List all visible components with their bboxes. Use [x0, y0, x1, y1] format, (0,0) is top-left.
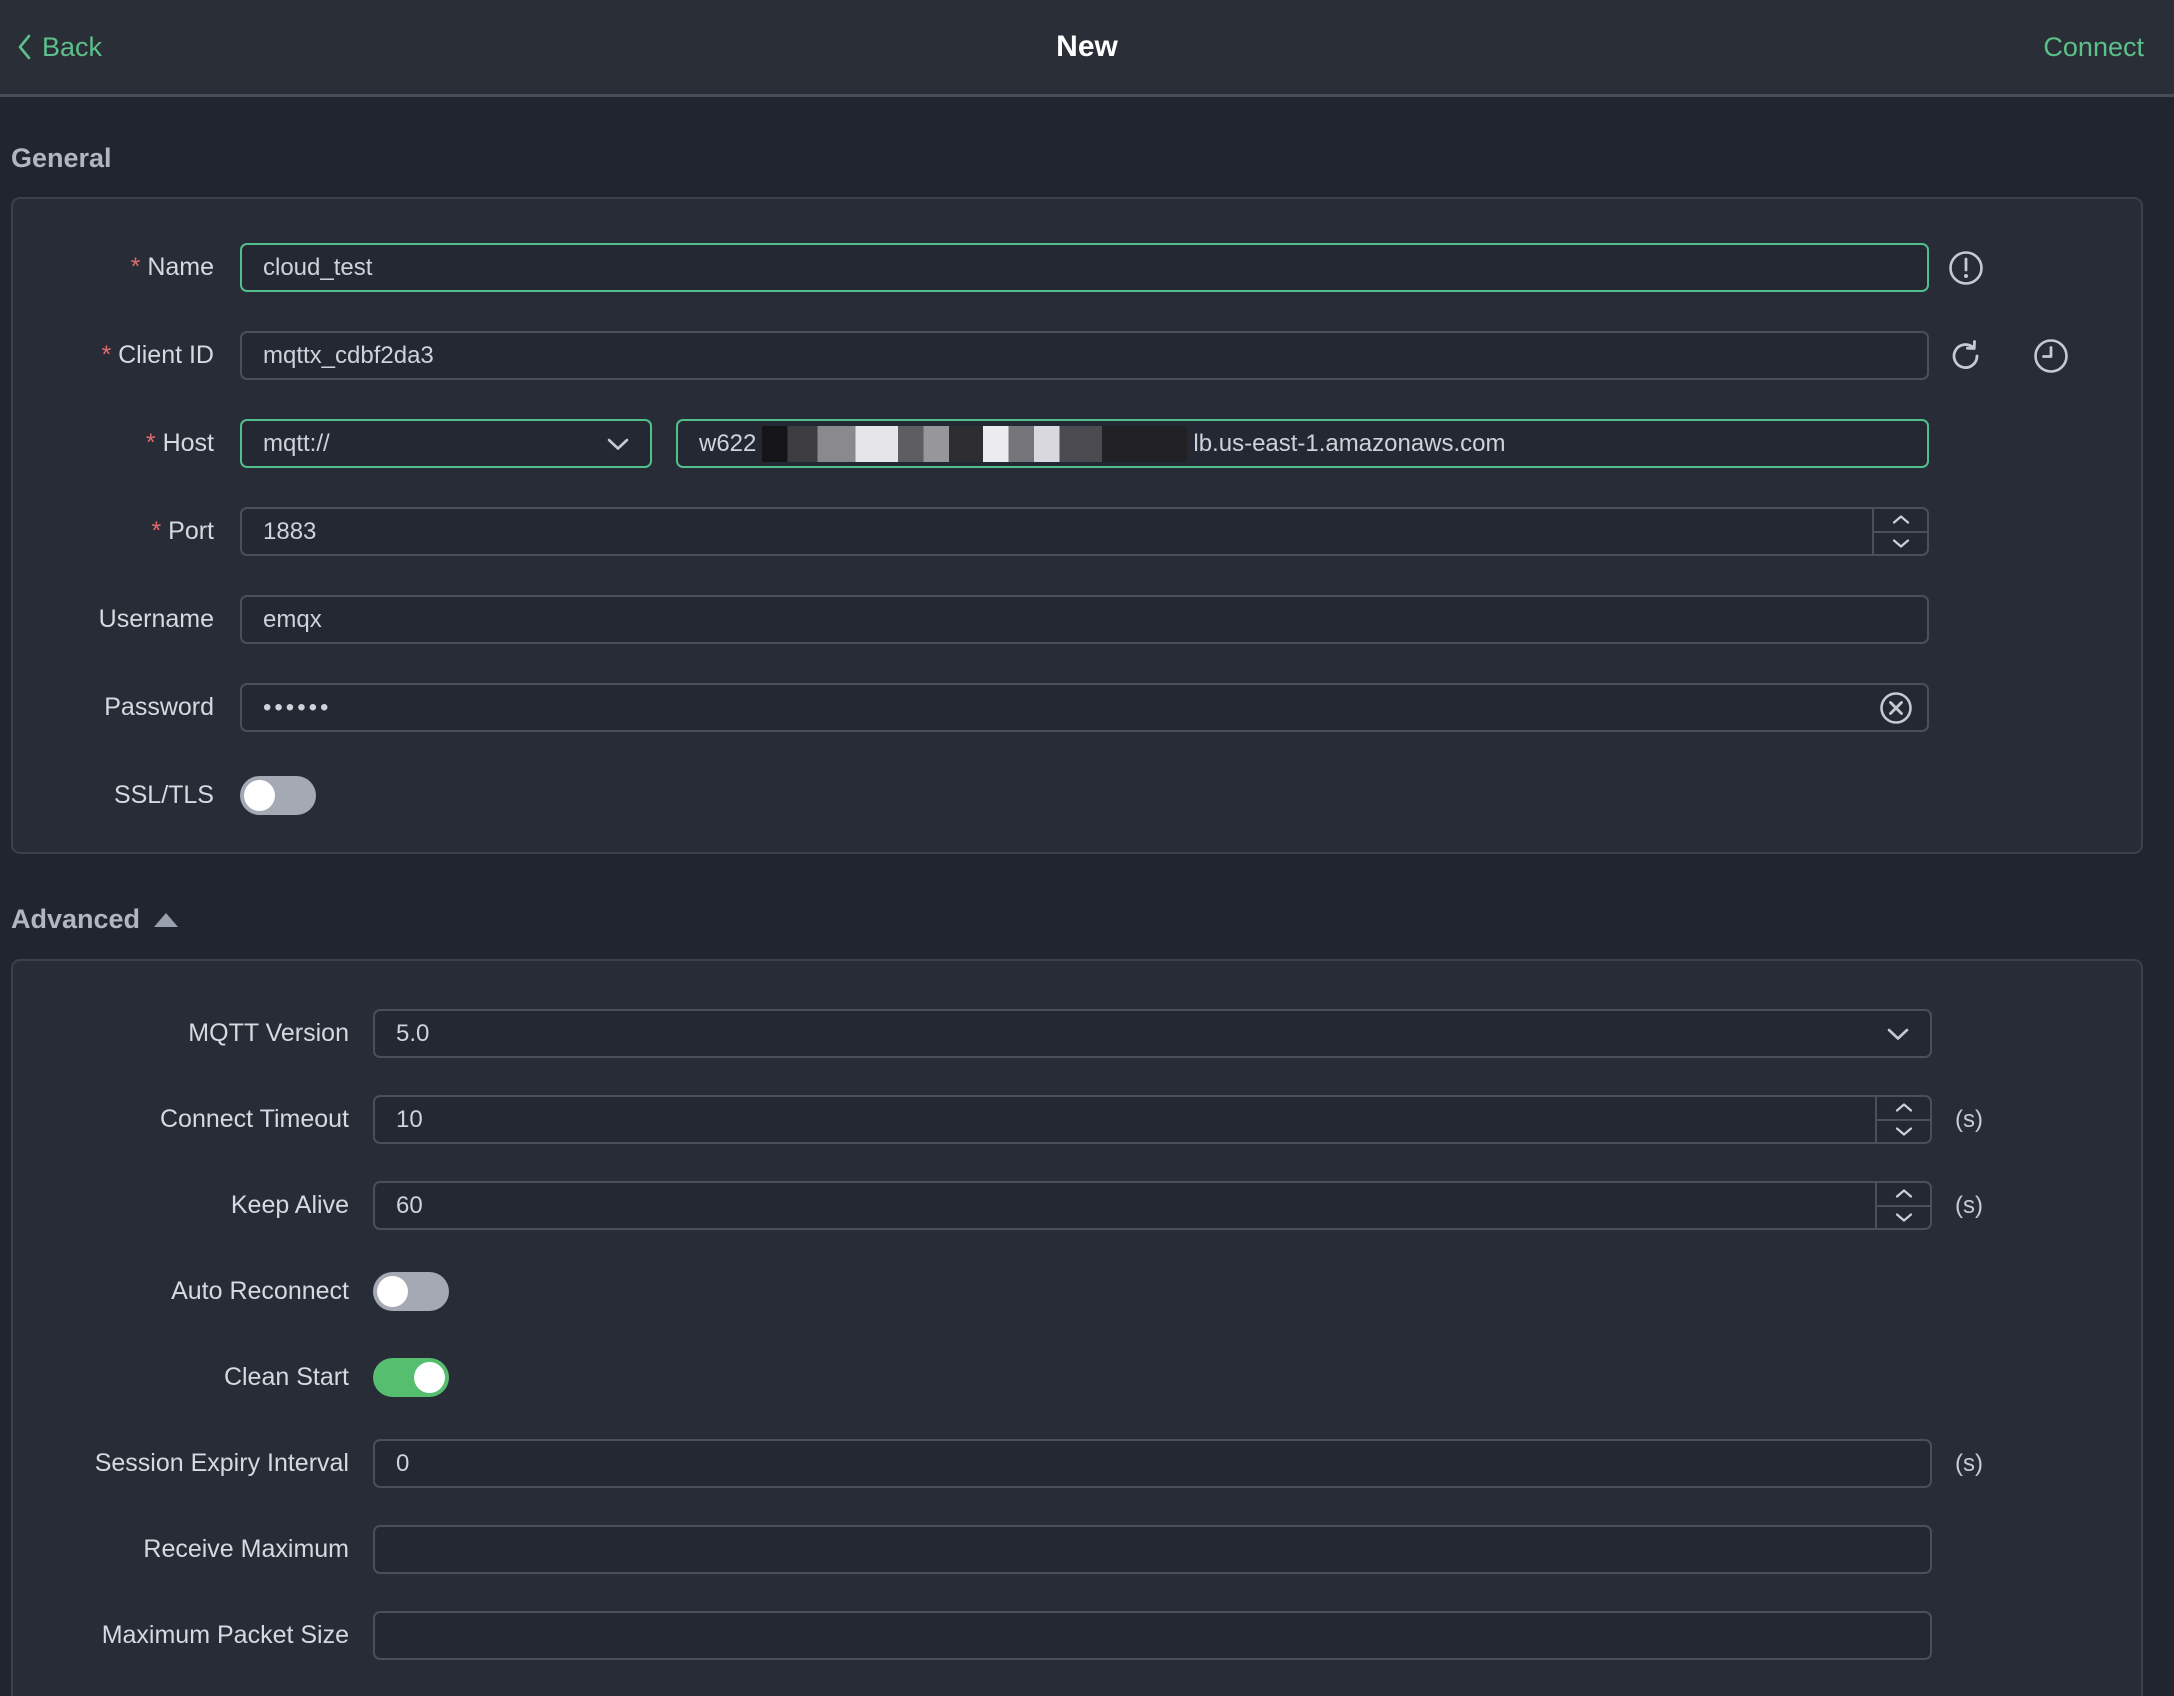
mqtt-version-label: MQTT Version	[188, 1019, 349, 1047]
host-redacted-block	[762, 425, 1188, 462]
receive-maximum-input-box	[373, 1525, 1932, 1574]
port-row: Port	[13, 507, 2141, 556]
port-input[interactable]	[242, 517, 1927, 546]
session-expiry-label: Session Expiry Interval	[94, 1449, 349, 1477]
session-expiry-input-box	[373, 1439, 1932, 1488]
ssl-toggle[interactable]	[240, 776, 316, 815]
keep-alive-row: Keep Alive (s)	[13, 1181, 2141, 1230]
connect-timeout-row: Connect Timeout (s)	[13, 1095, 2141, 1144]
client-id-input[interactable]	[242, 341, 1927, 370]
clean-start-label: Clean Start	[223, 1363, 349, 1391]
mqtt-version-row: MQTT Version 5.0	[13, 1009, 2141, 1058]
clean-start-toggle[interactable]	[373, 1358, 449, 1397]
keep-alive-spinner	[1875, 1183, 1930, 1228]
name-input-box	[240, 243, 1929, 292]
password-input[interactable]	[242, 693, 1927, 722]
username-label: Username	[98, 605, 214, 633]
maximum-packet-size-input[interactable]	[375, 1621, 1930, 1650]
name-input[interactable]	[242, 253, 1927, 282]
ssl-row: SSL/TLS	[13, 771, 2141, 820]
ssl-label: SSL/TLS	[113, 781, 214, 809]
maximum-packet-size-input-box	[373, 1611, 1932, 1660]
page-title: New	[1056, 30, 1118, 63]
mqtt-version-value: 5.0	[396, 1019, 430, 1047]
general-section-title: General	[11, 143, 2143, 174]
back-label: Back	[42, 31, 103, 62]
client-id-input-box	[240, 331, 1929, 380]
refresh-icon[interactable]	[1947, 337, 1985, 375]
toggle-knob	[414, 1362, 445, 1393]
host-input-box[interactable]: w622 lb.us-east-1.amazonaws.com	[676, 419, 1929, 468]
maximum-packet-size-row: Maximum Packet Size	[13, 1611, 2141, 1660]
password-input-box	[240, 683, 1929, 732]
connect-timeout-input-box	[373, 1095, 1932, 1144]
general-panel: Name Client ID	[11, 197, 2143, 854]
connect-timeout-unit: (s)	[1955, 1105, 1983, 1133]
clean-start-row: Clean Start	[13, 1353, 2141, 1402]
chevron-left-icon	[16, 32, 34, 62]
advanced-section-label: Advanced	[11, 904, 141, 934]
host-value-prefix: w622	[699, 429, 757, 457]
name-row: Name	[13, 243, 2141, 292]
client-id-label: Client ID	[13, 341, 214, 370]
chevron-down-icon	[604, 421, 632, 466]
connect-timeout-label: Connect Timeout	[160, 1105, 349, 1133]
warning-icon	[1947, 249, 1985, 287]
spinner-up-icon[interactable]	[1877, 1183, 1930, 1205]
host-protocol-value: mqtt://	[263, 429, 330, 457]
mqtt-version-select[interactable]: 5.0	[373, 1009, 1932, 1058]
clear-icon[interactable]	[1878, 685, 1914, 730]
auto-reconnect-row: Auto Reconnect	[13, 1267, 2141, 1316]
host-value: w622 lb.us-east-1.amazonaws.com	[678, 425, 1506, 462]
session-expiry-row: Session Expiry Interval (s)	[13, 1439, 2141, 1488]
connect-timeout-input[interactable]	[375, 1105, 1930, 1134]
session-expiry-input[interactable]	[375, 1449, 1930, 1478]
chevron-down-icon	[1884, 1011, 1912, 1056]
maximum-packet-size-label: Maximum Packet Size	[101, 1621, 349, 1649]
name-label: Name	[13, 253, 214, 282]
receive-maximum-row: Receive Maximum	[13, 1525, 2141, 1574]
keep-alive-input-box	[373, 1181, 1932, 1230]
host-value-suffix: lb.us-east-1.amazonaws.com	[1193, 429, 1506, 457]
toggle-knob	[377, 1276, 408, 1307]
port-label: Port	[13, 517, 214, 546]
username-row: Username	[13, 595, 2141, 644]
host-label: Host	[13, 429, 214, 458]
username-input-box	[240, 595, 1929, 644]
connect-button[interactable]: Connect	[2043, 32, 2144, 63]
spinner-up-icon[interactable]	[1877, 1097, 1930, 1119]
triangle-up-icon	[154, 912, 179, 927]
spinner-down-icon[interactable]	[1877, 1118, 1930, 1143]
keep-alive-unit: (s)	[1955, 1191, 1983, 1219]
spinner-down-icon[interactable]	[1874, 530, 1927, 555]
receive-maximum-label: Receive Maximum	[143, 1535, 349, 1563]
auto-reconnect-label: Auto Reconnect	[171, 1277, 349, 1305]
spinner-down-icon[interactable]	[1877, 1204, 1930, 1229]
password-label: Password	[104, 693, 214, 721]
spinner-up-icon[interactable]	[1874, 509, 1927, 531]
advanced-panel: MQTT Version 5.0 Connect Timeout 10 (s) …	[11, 959, 2143, 1696]
username-input[interactable]	[242, 605, 1927, 634]
client-id-row: Client ID	[13, 331, 2141, 380]
toggle-knob	[244, 780, 275, 811]
host-protocol-select[interactable]: mqtt://	[240, 419, 652, 468]
host-row: Host mqtt:// w622 lb.us-east-1.amazonaws…	[13, 419, 2141, 468]
session-expiry-unit: (s)	[1955, 1449, 1983, 1477]
clock-icon[interactable]	[2032, 337, 2070, 375]
keep-alive-label: Keep Alive	[230, 1191, 349, 1219]
top-bar: Back New Connect	[0, 0, 2174, 97]
password-row: Password	[13, 683, 2141, 732]
form-content: General Name Client ID	[11, 143, 2143, 1696]
back-button[interactable]: Back	[16, 32, 102, 63]
connect-timeout-spinner	[1875, 1097, 1930, 1142]
port-spinner	[1872, 509, 1927, 554]
keep-alive-input[interactable]	[375, 1191, 1930, 1220]
auto-reconnect-toggle[interactable]	[373, 1272, 449, 1311]
port-input-box	[240, 507, 1929, 556]
advanced-section-toggle[interactable]: Advanced	[11, 904, 2143, 935]
general-section-label: General	[11, 143, 112, 173]
receive-maximum-input[interactable]	[375, 1535, 1930, 1564]
